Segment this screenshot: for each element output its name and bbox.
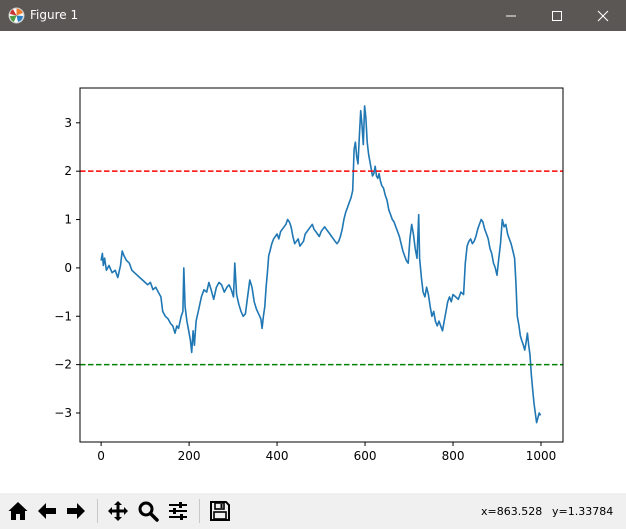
minimize-icon [506, 15, 516, 16]
y-tick-label: −3 [54, 406, 72, 420]
matplotlib-figure-icon [8, 7, 25, 24]
toolbar-separator [199, 499, 200, 523]
back-button[interactable] [34, 498, 60, 524]
axes-background [80, 88, 563, 442]
close-button[interactable] [580, 0, 626, 31]
y-tick-label: 2 [64, 164, 72, 178]
y-tick-label: 1 [64, 213, 72, 227]
maximize-icon [552, 10, 562, 21]
navigation-toolbar: x=863.528 y=1.33784 [0, 493, 626, 529]
y-tick-label: 3 [64, 116, 72, 130]
x-tick-label: 200 [178, 449, 201, 463]
home-icon [8, 502, 28, 520]
window-title: Figure 1 [30, 8, 79, 22]
save-icon [210, 501, 230, 521]
home-button[interactable] [5, 498, 31, 524]
forward-button[interactable] [63, 498, 89, 524]
x-tick-label: 400 [266, 449, 289, 463]
x-tick-label: 600 [354, 449, 377, 463]
y-tick-label: −2 [54, 358, 72, 372]
cursor-y-readout: y=1.33784 [552, 505, 614, 518]
subplots-button[interactable] [165, 498, 191, 524]
cursor-x-readout: x=863.528 [481, 505, 543, 518]
line-chart[interactable]: 0 200 400 600 800 1000 −3 −2 −1 0 1 2 3 [0, 31, 626, 493]
y-tick-label: 0 [64, 261, 72, 275]
sliders-icon [169, 502, 187, 520]
x-tick-label: 800 [442, 449, 465, 463]
pan-button[interactable] [105, 498, 131, 524]
minimize-button[interactable] [488, 0, 534, 31]
title-bar: Figure 1 [0, 0, 626, 31]
save-button[interactable] [207, 498, 233, 524]
maximize-button[interactable] [534, 0, 580, 31]
x-tick-label: 0 [97, 449, 105, 463]
y-tick-label: −1 [54, 309, 72, 323]
close-icon [597, 10, 609, 21]
move-icon [108, 501, 128, 521]
toolbar-separator [97, 499, 98, 523]
zoom-icon [138, 501, 159, 522]
arrow-left-icon [38, 503, 56, 519]
zoom-button[interactable] [135, 498, 161, 524]
arrow-right-icon [67, 503, 85, 519]
x-tick-label: 1000 [526, 449, 557, 463]
